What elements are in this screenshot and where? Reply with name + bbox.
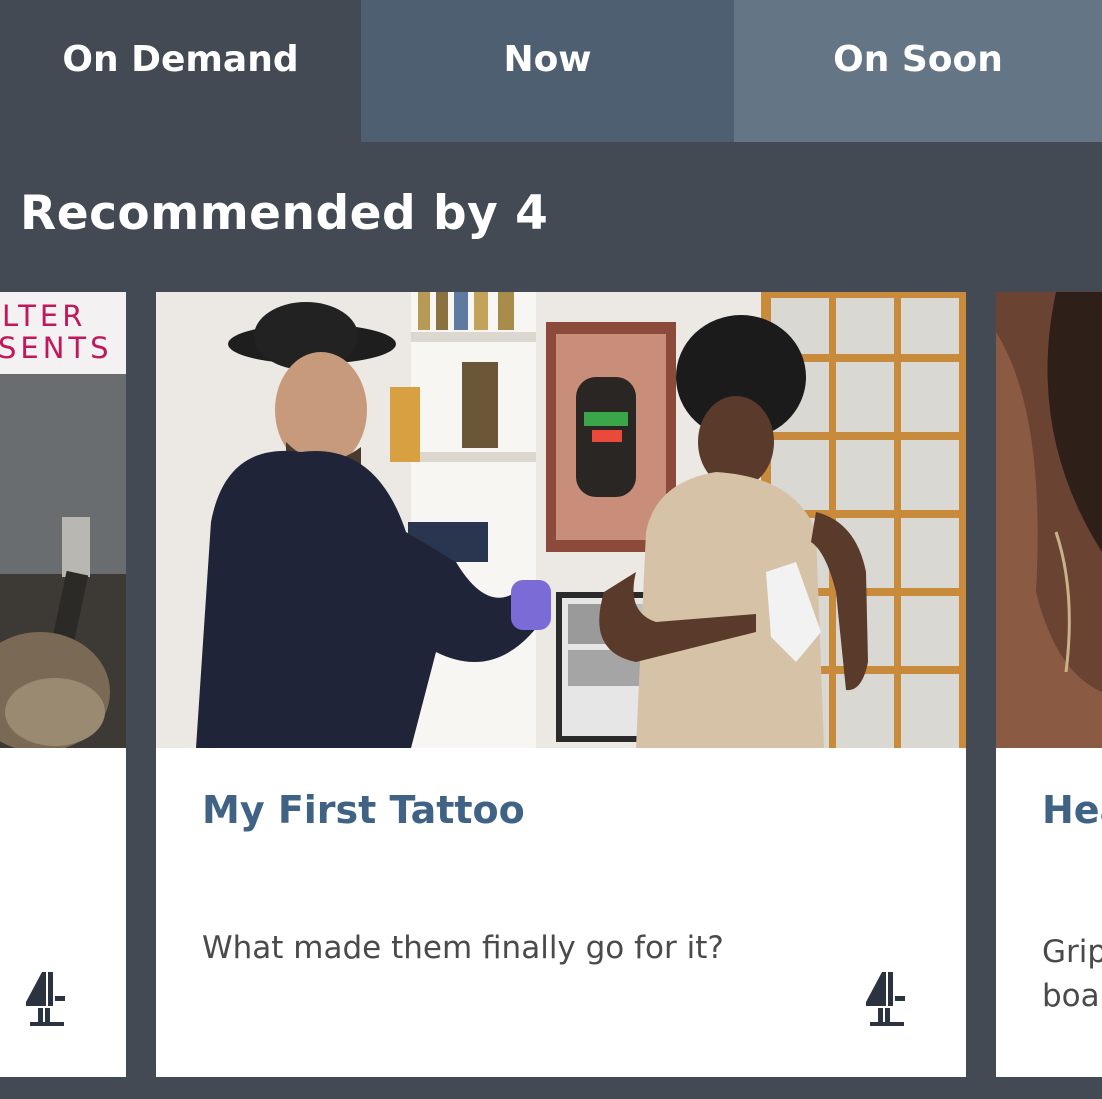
channel-4-logo-icon (858, 966, 908, 1030)
programme-description: What made them finally go for it? (202, 930, 724, 966)
programme-thumbnail (996, 292, 1102, 748)
tab-on-demand-label: On Demand (62, 38, 299, 80)
tab-now[interactable]: Now (361, 0, 734, 142)
tab-now-label: Now (503, 38, 592, 80)
programme-card-my-first-tattoo[interactable]: My First Tattoo What made them finally g… (156, 292, 966, 1077)
channel-4-logo-icon (18, 966, 68, 1030)
section-heading: Recommended by 4 (20, 186, 549, 241)
tab-on-demand[interactable]: On Demand (0, 0, 361, 142)
tab-bar: On Demand Now On Soon (0, 0, 1102, 142)
tab-on-soon[interactable]: On Soon (734, 0, 1102, 142)
banner-text-line1: LTER (2, 299, 86, 333)
programme-thumbnail: LTER SENTS (0, 292, 126, 748)
programme-title: My First Tattoo (202, 788, 525, 832)
programme-description-line1: Grip (1042, 934, 1102, 970)
programme-description-line2: boar (1042, 978, 1102, 1014)
programme-thumbnail (156, 292, 966, 748)
programme-card-partial-left[interactable]: LTER SENTS (0, 292, 126, 1077)
banner-text-line2: SENTS (0, 331, 113, 365)
tab-on-soon-label: On Soon (833, 38, 1003, 80)
programme-description: Grip boar (1042, 930, 1102, 1018)
programme-title: Hea (1042, 788, 1102, 832)
programme-card-partial-right[interactable]: Hea Grip boar (996, 292, 1102, 1077)
